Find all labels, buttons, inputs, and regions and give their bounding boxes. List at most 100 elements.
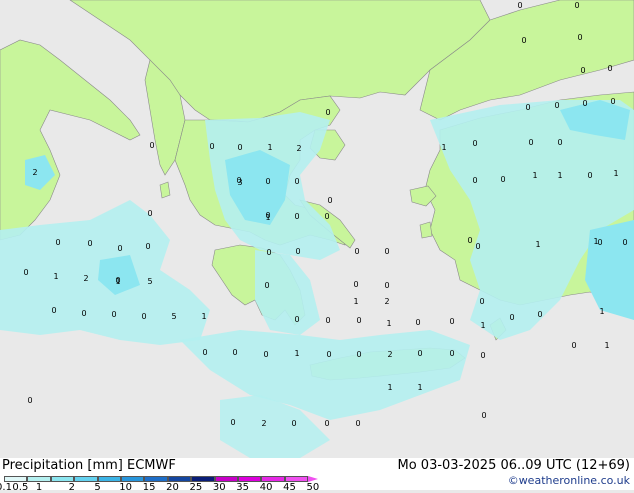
map-value-label: 0 bbox=[327, 196, 332, 205]
map-value-label: 0 bbox=[557, 138, 562, 147]
map-value-label: 1 bbox=[557, 171, 562, 180]
map-value-label: 1 bbox=[387, 383, 392, 392]
map-value-label: 0 bbox=[417, 349, 422, 358]
map-value-label: 0 bbox=[472, 139, 477, 148]
map-value-label: 0 bbox=[571, 341, 576, 350]
map-value-label: 0 bbox=[325, 316, 330, 325]
map-value-label: 0 bbox=[574, 1, 579, 10]
map-value-label: 0 bbox=[356, 350, 361, 359]
map-value-label: 0 bbox=[295, 247, 300, 256]
map-value-label: 0 bbox=[294, 177, 299, 186]
map-value-label: 0 bbox=[263, 350, 268, 359]
map-value-label: 0 bbox=[481, 411, 486, 420]
legend-tick: 30 bbox=[212, 482, 226, 493]
map-value-label: 0 bbox=[27, 396, 32, 405]
legend-tick: 25 bbox=[189, 482, 203, 493]
map-value-label: 1 bbox=[386, 319, 391, 328]
map-value-label: 1 bbox=[53, 272, 58, 281]
map-value-label: 0 bbox=[509, 313, 514, 322]
map-value-label: 0 bbox=[117, 244, 122, 253]
map-value-label: 0 bbox=[354, 247, 359, 256]
map-value-label: 0 bbox=[517, 1, 522, 10]
map-value-label: 1 bbox=[535, 240, 540, 249]
map-value-label: 0 bbox=[577, 33, 582, 42]
map-value-label: 0 bbox=[356, 316, 361, 325]
map-value-label: 0 bbox=[475, 242, 480, 251]
map-value-label: 2 bbox=[261, 419, 266, 428]
map-value-label: 0 bbox=[55, 238, 60, 247]
legend-tick: 20 bbox=[166, 482, 179, 493]
legend-tick: 10 bbox=[119, 482, 133, 493]
credit-link[interactable]: ©weatheronline.co.uk bbox=[508, 474, 630, 487]
map-value-label: 0 bbox=[23, 268, 28, 277]
legend-tick: 0.1 bbox=[0, 482, 12, 493]
map-value-label: 0 bbox=[610, 97, 615, 106]
map-footer: Precipitation [mm] ECMWF Mo 03-03-2025 0… bbox=[0, 458, 634, 493]
map-value-label: 0 bbox=[480, 351, 485, 360]
map-value-label: 0 bbox=[324, 419, 329, 428]
map-value-label: 1 bbox=[294, 349, 299, 358]
map-value-label: 2 bbox=[387, 350, 392, 359]
legend-tick: 0.5 bbox=[12, 482, 29, 493]
map-value-label: 0 bbox=[237, 143, 242, 152]
map-value-label: 0 bbox=[265, 177, 270, 186]
legend-tick: 45 bbox=[283, 482, 296, 493]
map-value-label: 0 bbox=[355, 419, 360, 428]
map-value-label: 0 bbox=[521, 36, 526, 45]
map-value-label: 2 bbox=[296, 144, 301, 153]
map-value-label: 0 bbox=[582, 99, 587, 108]
map-value-label: 0 bbox=[230, 418, 235, 427]
map-value-label: 0 bbox=[326, 350, 331, 359]
map-value-label: 0 bbox=[51, 306, 56, 315]
legend-tick: 15 bbox=[142, 482, 156, 493]
map-value-label: 0 bbox=[325, 108, 330, 117]
map-value-label: 0 bbox=[141, 312, 146, 321]
map-value-label: 0 bbox=[145, 242, 150, 251]
valid-time: Mo 03-03-2025 06..09 UTC (12+69) bbox=[397, 458, 631, 473]
legend-tick: 50 bbox=[306, 482, 320, 493]
map-value-label: 0 bbox=[294, 315, 299, 324]
map-value-label: 1 bbox=[353, 297, 358, 306]
map-value-label: 1 bbox=[265, 213, 270, 222]
map-value-label: 0 bbox=[353, 280, 358, 289]
map-value-label: 5 bbox=[147, 277, 152, 286]
map-value-label: 0 bbox=[580, 66, 585, 75]
map-value-label: 0 bbox=[87, 239, 92, 248]
legend-tick: 40 bbox=[259, 482, 273, 493]
map-value-label: 2 bbox=[32, 168, 37, 177]
legend-tick: 35 bbox=[236, 482, 250, 493]
map-value-label: 5 bbox=[171, 312, 176, 321]
map-value-label: 1 bbox=[613, 169, 618, 178]
map-title: Precipitation [mm] ECMWF bbox=[2, 458, 176, 473]
map-value-label: 1 bbox=[599, 307, 604, 316]
legend-tick: 2 bbox=[68, 482, 76, 493]
map-value-label: 0 bbox=[147, 209, 152, 218]
map-value-label: 0 bbox=[384, 247, 389, 256]
map-value-label: 0 bbox=[202, 348, 207, 357]
legend-swatch bbox=[97, 476, 121, 482]
map-value-label: 1 bbox=[115, 277, 120, 286]
map-value-label: 0 bbox=[479, 297, 484, 306]
map-value-label: 0 bbox=[264, 281, 269, 290]
map-value-label: 1 bbox=[480, 321, 485, 330]
map-value-label: 0 bbox=[537, 310, 542, 319]
map-value-label: 0 bbox=[384, 281, 389, 290]
map-value-label: 0 bbox=[525, 103, 530, 112]
map-value-label: 0 bbox=[149, 141, 154, 150]
map-value-label: 1 bbox=[441, 143, 446, 152]
land-corfu bbox=[159, 181, 171, 199]
map-value-label: 0 bbox=[449, 349, 454, 358]
precipitation-map: 0 00 00 00 0 0 0020 0 1 201 0 0 01 01 1003 0 00 0 0 00 00 0 0 0… bbox=[0, 0, 634, 458]
legend-tick: 1 bbox=[35, 482, 43, 493]
map-value-label: 0 bbox=[232, 348, 237, 357]
map-value-label: 1 bbox=[417, 383, 422, 392]
map-value-label: 0 bbox=[472, 176, 477, 185]
map-value-label: 0 bbox=[236, 176, 241, 185]
map-value-label: 0 bbox=[324, 212, 329, 221]
map-value-label: 0 bbox=[111, 310, 116, 319]
map-value-label: 1 bbox=[532, 171, 537, 180]
map-value-label: 0 bbox=[266, 248, 271, 257]
map-value-label: 0 bbox=[554, 101, 559, 110]
map-value-label: 1 bbox=[267, 143, 272, 152]
map-value-label: 0 bbox=[209, 142, 214, 151]
